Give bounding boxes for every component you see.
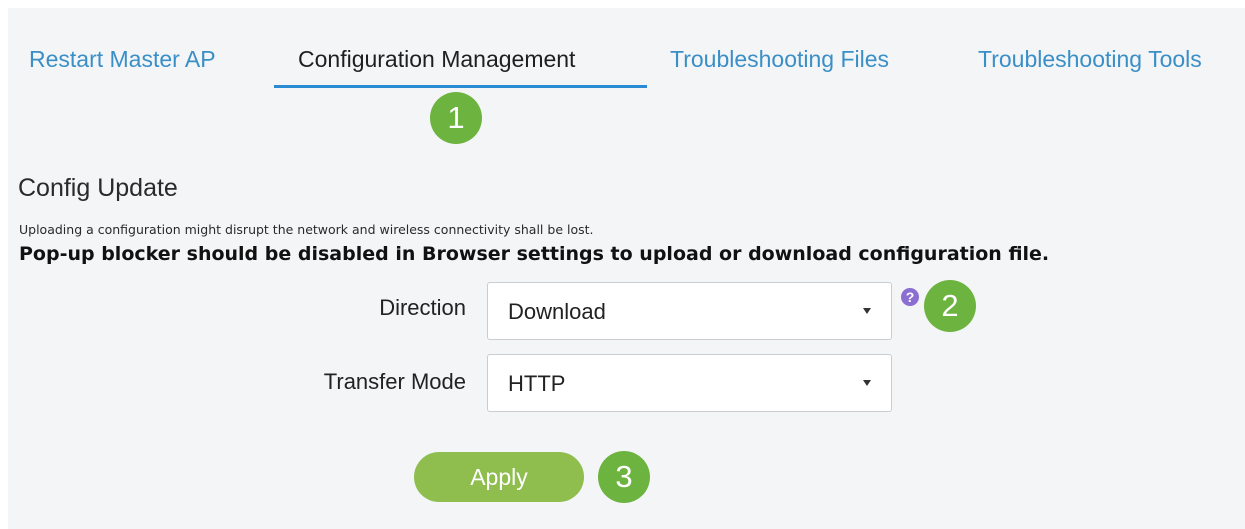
apply-button[interactable]: Apply	[414, 452, 584, 502]
transfer-mode-label: Transfer Mode	[323, 369, 466, 394]
section-title: Config Update	[18, 174, 178, 202]
step-badge-3: 3	[598, 451, 650, 503]
info-text: Uploading a configuration might disrupt …	[19, 222, 594, 237]
direction-select-value: Download	[508, 299, 606, 324]
config-panel: Restart Master AP Configuration Manageme…	[8, 8, 1245, 529]
tab-configuration-management[interactable]: Configuration Management	[298, 46, 575, 73]
tab-troubleshooting-tools[interactable]: Troubleshooting Tools	[978, 46, 1202, 73]
caret-down-icon	[863, 380, 871, 386]
tab-bar: Restart Master AP Configuration Manageme…	[8, 8, 1245, 98]
direction-select[interactable]: Download	[487, 282, 892, 340]
caret-down-icon	[863, 308, 871, 314]
active-tab-indicator	[274, 85, 647, 88]
tab-restart-master-ap[interactable]: Restart Master AP	[29, 46, 216, 73]
question-circle-icon[interactable]: ?	[901, 288, 919, 306]
tab-troubleshooting-files[interactable]: Troubleshooting Files	[670, 46, 889, 73]
transfer-mode-select-value: HTTP	[508, 371, 566, 396]
step-badge-2: 2	[924, 280, 976, 332]
step-badge-1: 1	[430, 92, 482, 144]
direction-label: Direction	[379, 295, 466, 320]
popup-warning-text: Pop-up blocker should be disabled in Bro…	[19, 243, 1050, 265]
transfer-mode-select[interactable]: HTTP	[487, 354, 892, 412]
